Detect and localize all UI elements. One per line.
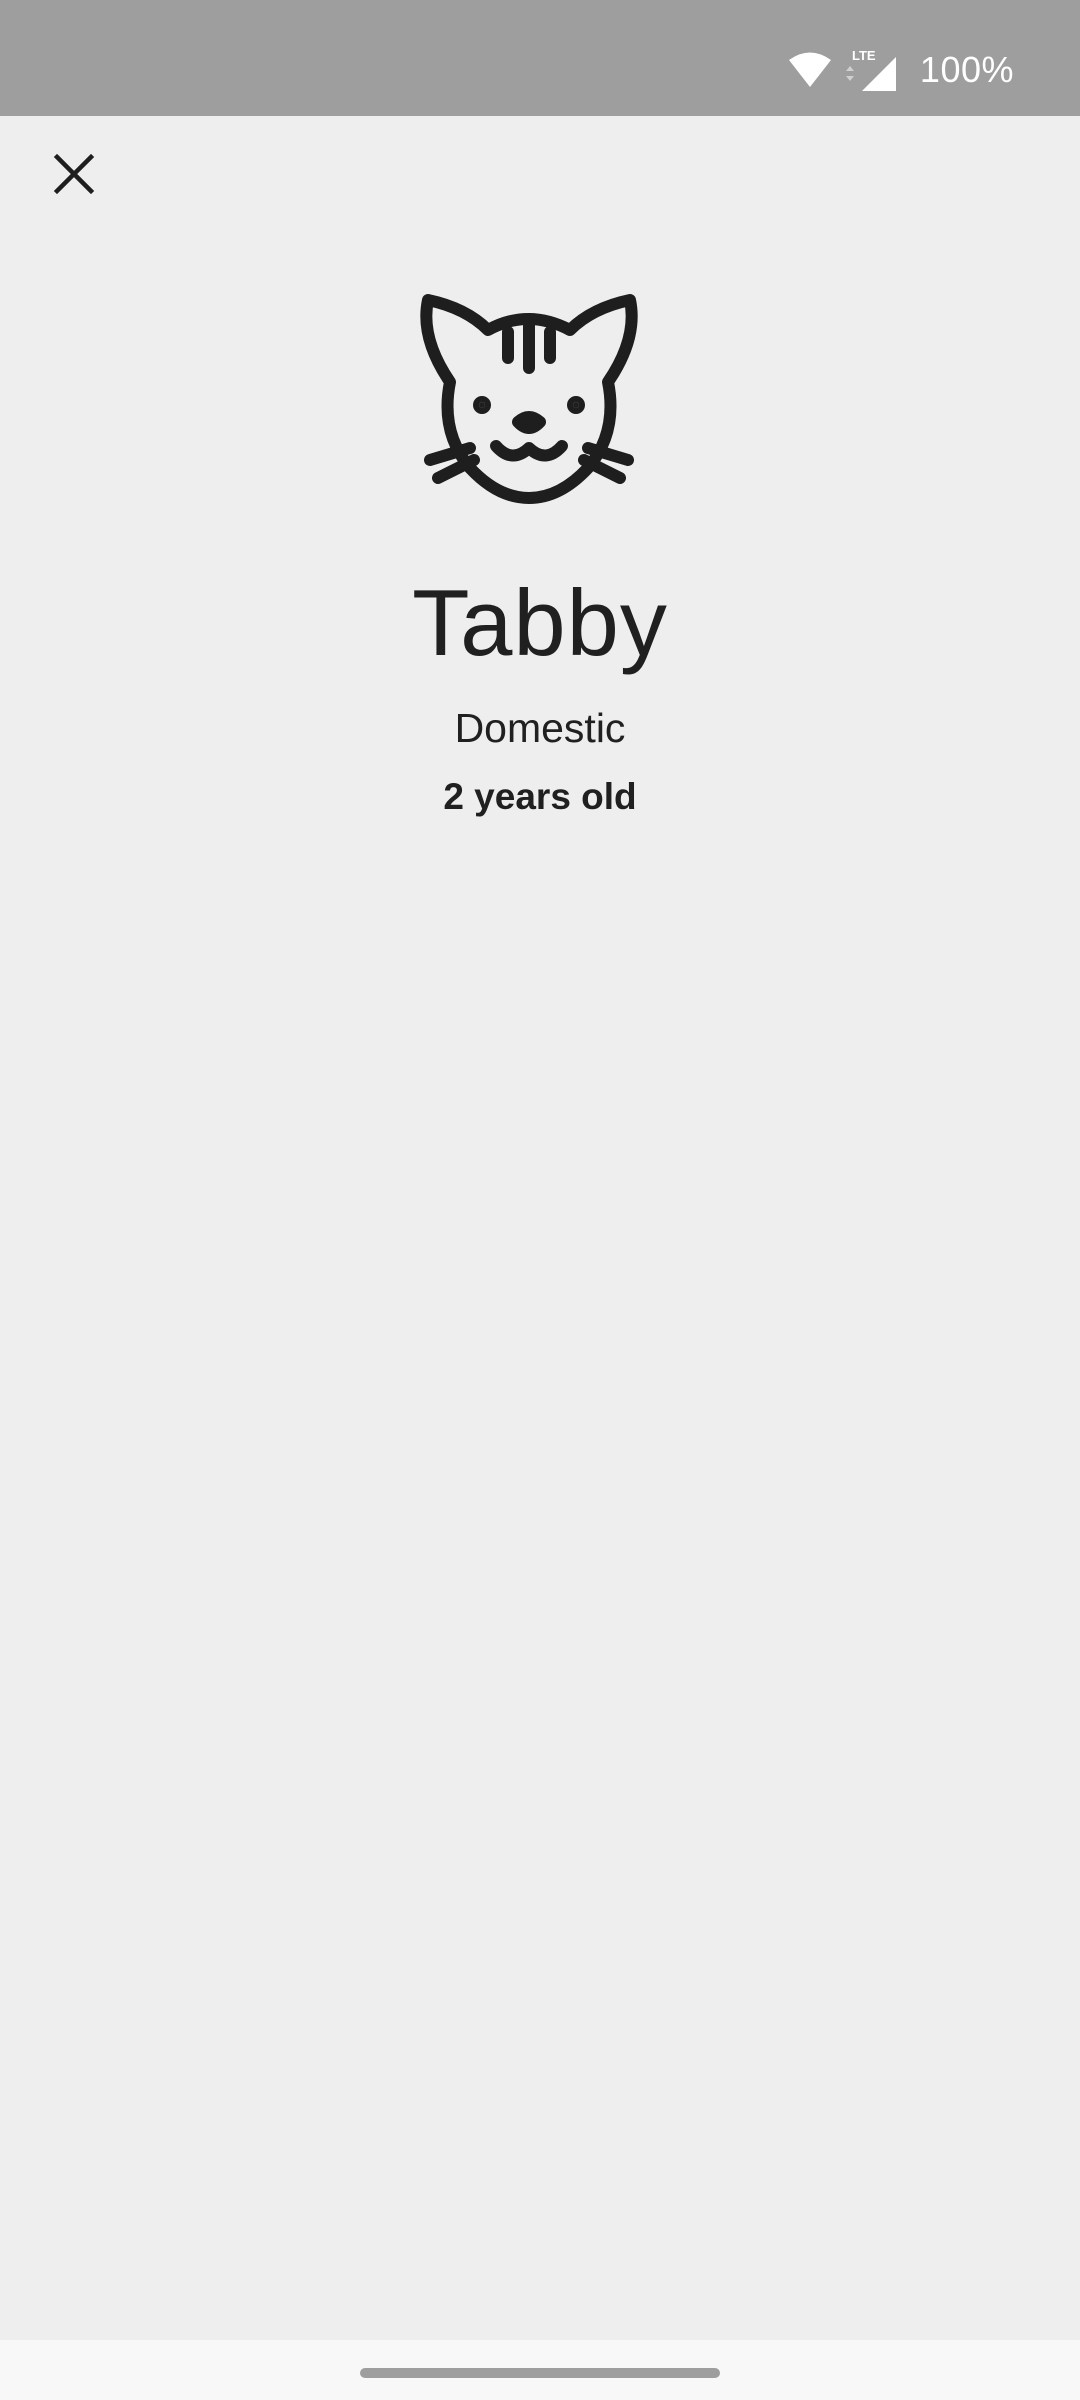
pet-breed: Domestic — [454, 705, 626, 751]
svg-text:LTE: LTE — [852, 48, 876, 63]
cat-face-icon — [420, 294, 638, 504]
wifi-icon — [788, 52, 831, 87]
status-icons: LTE 100% — [788, 42, 1014, 98]
status-bar: LTE 100% — [0, 0, 1080, 116]
lte-signal-icon: LTE — [845, 48, 896, 91]
pet-age: 2 years old — [443, 776, 637, 817]
pet-name: Tabby — [412, 570, 668, 675]
navigation-bar — [0, 2340, 1080, 2400]
close-icon — [53, 153, 95, 195]
close-button[interactable] — [40, 140, 108, 208]
battery-percentage: 100% — [919, 49, 1014, 90]
home-indicator[interactable] — [360, 2368, 720, 2378]
